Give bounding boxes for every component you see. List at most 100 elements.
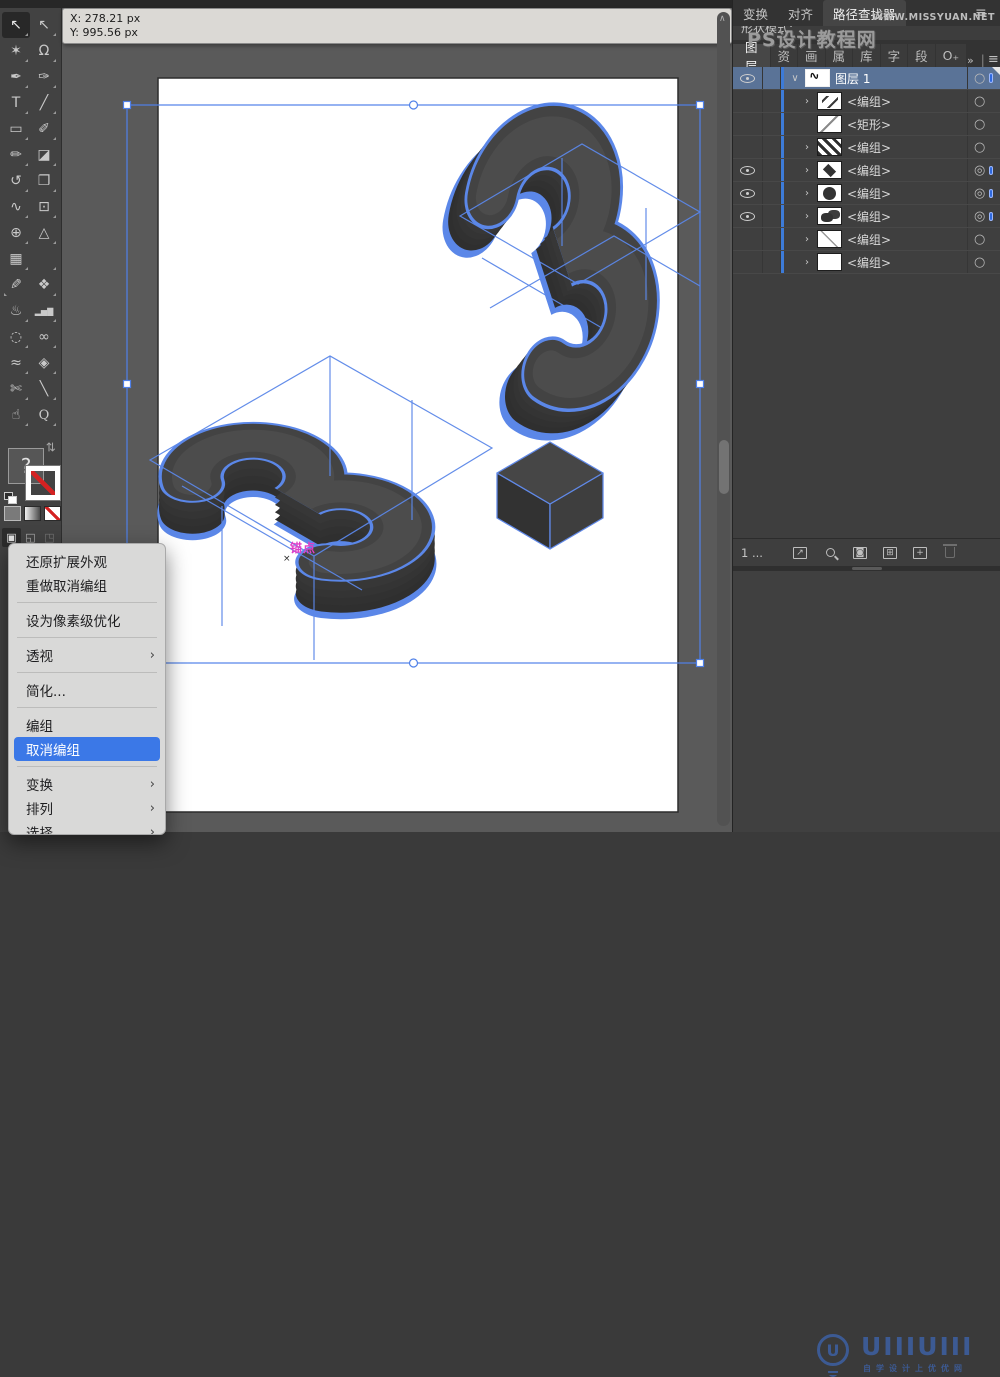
zoom-tool-icon[interactable]: Q [30, 402, 58, 428]
lock-toggle[interactable] [763, 113, 781, 135]
menu-item[interactable]: 取消编组 [14, 737, 160, 761]
hand-tool-icon[interactable]: ☝ [2, 402, 30, 428]
gradient-mode-button[interactable] [24, 506, 41, 521]
layer-row[interactable]: › <编组> ○ [733, 90, 1000, 113]
menu-item[interactable]: 透视 › [9, 643, 165, 667]
collect-for-export-icon[interactable]: ↗ [785, 547, 815, 559]
menu-item[interactable]: 简化... [9, 678, 165, 702]
blend-tool-icon[interactable]: ❖ [30, 272, 58, 298]
layer-thumbnail[interactable] [817, 253, 842, 271]
type-tool-icon[interactable]: T [2, 90, 30, 116]
menu-item[interactable] [17, 672, 157, 673]
visibility-toggle[interactable] [733, 182, 763, 204]
layer-name[interactable]: <编组> [847, 185, 967, 202]
gradient-tool-icon[interactable] [30, 246, 58, 272]
scrollbar-thumb[interactable] [719, 440, 729, 494]
lock-toggle[interactable] [763, 67, 781, 89]
visibility-toggle[interactable] [733, 205, 763, 227]
target-circle-icon[interactable]: ○ [974, 255, 985, 270]
target-circle-icon[interactable]: ○ [974, 232, 985, 247]
lock-toggle[interactable] [763, 205, 781, 227]
eraser-tool-icon[interactable]: ◪ [30, 142, 58, 168]
visibility-toggle[interactable] [733, 67, 763, 89]
rotate-view-tool-icon[interactable]: ∞ [30, 324, 58, 350]
expand-chevron-icon[interactable]: › [799, 142, 815, 153]
expand-chevron-icon[interactable]: › [799, 257, 815, 268]
menu-item[interactable] [17, 766, 157, 767]
visibility-toggle[interactable] [733, 90, 763, 112]
layer-row[interactable]: › <编组> ○ [733, 251, 1000, 274]
default-fill-stroke-icon[interactable] [4, 492, 18, 505]
lock-toggle[interactable] [763, 228, 781, 250]
shape-builder-tool-icon[interactable]: ⊕ [2, 220, 30, 246]
layer-row[interactable]: › <编组> ◎ [733, 159, 1000, 182]
layer-row[interactable]: ∨ 图层 1 ○ [733, 67, 1000, 90]
panel-corner-notch[interactable] [992, 67, 1000, 76]
target-circle-icon[interactable]: ○ [974, 71, 985, 86]
vertical-scrollbar[interactable]: ∧ [717, 12, 730, 826]
menu-item[interactable] [17, 602, 157, 603]
free-transform-tool-icon[interactable]: ⊡ [30, 194, 58, 220]
scroll-up-icon[interactable]: ∧ [719, 14, 726, 24]
layer-row[interactable]: › <编组> ○ [733, 228, 1000, 251]
expand-chevron-icon[interactable]: › [799, 234, 815, 245]
layer-row[interactable]: › <编组> ◎ [733, 205, 1000, 228]
delete-layer-icon[interactable] [935, 547, 965, 558]
locate-object-icon[interactable] [815, 548, 845, 557]
lock-toggle[interactable] [763, 182, 781, 204]
curvature-tool-icon[interactable]: ✑ [30, 64, 58, 90]
visibility-toggle[interactable] [733, 113, 763, 135]
none-mode-button[interactable] [44, 506, 61, 521]
menu-item[interactable]: 设为像素级优化 [9, 608, 165, 632]
layer-thumbnail[interactable] [817, 184, 842, 202]
lasso-tool-icon[interactable]: Ω [30, 38, 58, 64]
panel-tab[interactable]: O₊ [936, 44, 966, 67]
selection-indicator[interactable] [989, 212, 993, 221]
layer-name[interactable]: <编组> [847, 139, 967, 156]
panel-tab[interactable]: 对齐 [778, 0, 823, 27]
pen-tool-icon[interactable]: ✒ [2, 64, 30, 90]
visibility-toggle[interactable] [733, 228, 763, 250]
layer-name[interactable]: 图层 1 [835, 70, 967, 87]
layer-name[interactable]: <编组> [847, 162, 967, 179]
symbols-tool-icon[interactable]: ◈ [30, 350, 58, 376]
layer-name[interactable]: <矩形> [847, 116, 967, 133]
layer-name[interactable]: <编组> [847, 208, 967, 225]
panel-tab[interactable]: 字 [881, 44, 908, 67]
panel-tab[interactable]: 段 [908, 44, 935, 67]
target-circle-icon[interactable]: ◎ [974, 163, 985, 178]
expand-chevron-icon[interactable]: › [799, 211, 815, 222]
visibility-toggle[interactable] [733, 136, 763, 158]
menu-item[interactable]: 还原扩展外观 [9, 549, 165, 573]
expand-chevron-icon[interactable]: › [799, 96, 815, 107]
layer-thumbnail[interactable] [817, 115, 842, 133]
color-mode-button[interactable] [4, 506, 21, 521]
rotate-tool-icon[interactable]: ↺ [2, 168, 30, 194]
width-tool-icon[interactable]: ∿ [2, 194, 30, 220]
shaper-tool-icon[interactable]: ✏ [2, 142, 30, 168]
layer-row[interactable]: <矩形> ○ [733, 113, 1000, 136]
scale-tool-icon[interactable]: ❐ [30, 168, 58, 194]
lock-toggle[interactable] [763, 251, 781, 273]
visibility-toggle[interactable] [733, 159, 763, 181]
layer-thumbnail[interactable] [817, 207, 842, 225]
expand-chevron-icon[interactable]: › [799, 188, 815, 199]
direct-selection-tool-icon[interactable]: ↖ [30, 12, 58, 38]
expand-chevron-icon[interactable]: › [799, 165, 815, 176]
slice-tool-icon[interactable]: ✄ [2, 376, 30, 402]
column-graph-tool-icon[interactable]: ▂▅▇ [30, 298, 58, 324]
selection-indicator[interactable] [989, 166, 993, 175]
layer-thumbnail[interactable] [817, 230, 842, 248]
menu-item[interactable]: 变换 › [9, 772, 165, 796]
visibility-toggle[interactable] [733, 251, 763, 273]
lock-toggle[interactable] [763, 159, 781, 181]
layer-thumbnail[interactable] [805, 69, 830, 87]
perspective-grid-tool-icon[interactable]: △ [30, 220, 58, 246]
menu-item[interactable] [17, 637, 157, 638]
target-circle-icon[interactable]: ◎ [974, 209, 985, 224]
line-segment-tool-icon[interactable]: ╱ [30, 90, 58, 116]
target-circle-icon[interactable]: ○ [974, 117, 985, 132]
puppet-warp-tool-icon[interactable]: ◌ [2, 324, 30, 350]
make-clipping-mask-icon[interactable]: ◙ [845, 547, 875, 559]
lock-toggle[interactable] [763, 136, 781, 158]
